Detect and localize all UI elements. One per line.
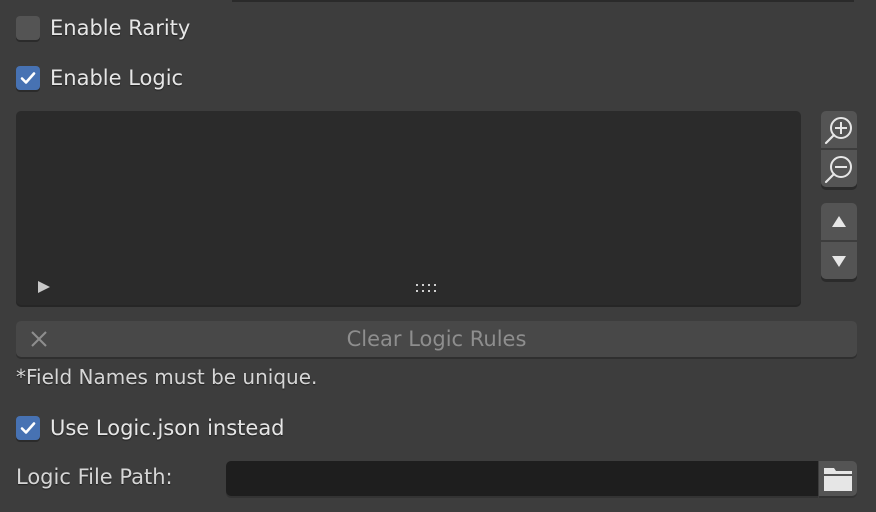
checkmark-icon <box>20 72 36 84</box>
clear-logic-rules-label: Clear Logic Rules <box>346 327 527 351</box>
use-logic-json-label: Use Logic.json instead <box>50 416 285 440</box>
enable-rarity-label: Enable Rarity <box>50 16 191 40</box>
enable-rarity-checkbox[interactable] <box>16 16 40 40</box>
zoom-out-icon <box>824 155 852 183</box>
top-panel-edge <box>232 0 854 2</box>
logic-file-path-input[interactable] <box>226 461 818 496</box>
add-remove-button-group <box>821 111 857 187</box>
play-triangle-icon[interactable] <box>38 281 50 293</box>
enable-logic-checkbox[interactable] <box>16 66 40 90</box>
move-up-button[interactable] <box>821 203 857 240</box>
move-button-group <box>821 203 857 279</box>
zoom-in-icon <box>824 116 852 144</box>
clear-logic-rules-button[interactable]: Clear Logic Rules <box>16 321 857 357</box>
add-rule-button[interactable] <box>821 111 857 148</box>
browse-folder-button[interactable] <box>819 461 857 496</box>
use-logic-json-checkbox-row[interactable]: Use Logic.json instead <box>16 415 285 441</box>
folder-icon <box>824 467 852 491</box>
logic-file-path-label: Logic File Path: <box>16 465 173 489</box>
checkmark-icon <box>20 422 36 434</box>
triangle-down-icon <box>832 255 846 267</box>
enable-rarity-checkbox-row[interactable]: Enable Rarity <box>16 15 190 41</box>
grip-dots-icon[interactable] <box>416 284 440 294</box>
move-down-button[interactable] <box>821 240 857 279</box>
field-names-note: *Field Names must be unique. <box>16 365 318 389</box>
enable-logic-label: Enable Logic <box>50 66 184 90</box>
use-logic-json-checkbox[interactable] <box>16 416 40 440</box>
enable-logic-checkbox-row[interactable]: Enable Logic <box>16 65 183 91</box>
remove-rule-button[interactable] <box>821 148 857 187</box>
triangle-up-icon <box>832 215 846 227</box>
logic-rules-list[interactable] <box>16 111 801 305</box>
